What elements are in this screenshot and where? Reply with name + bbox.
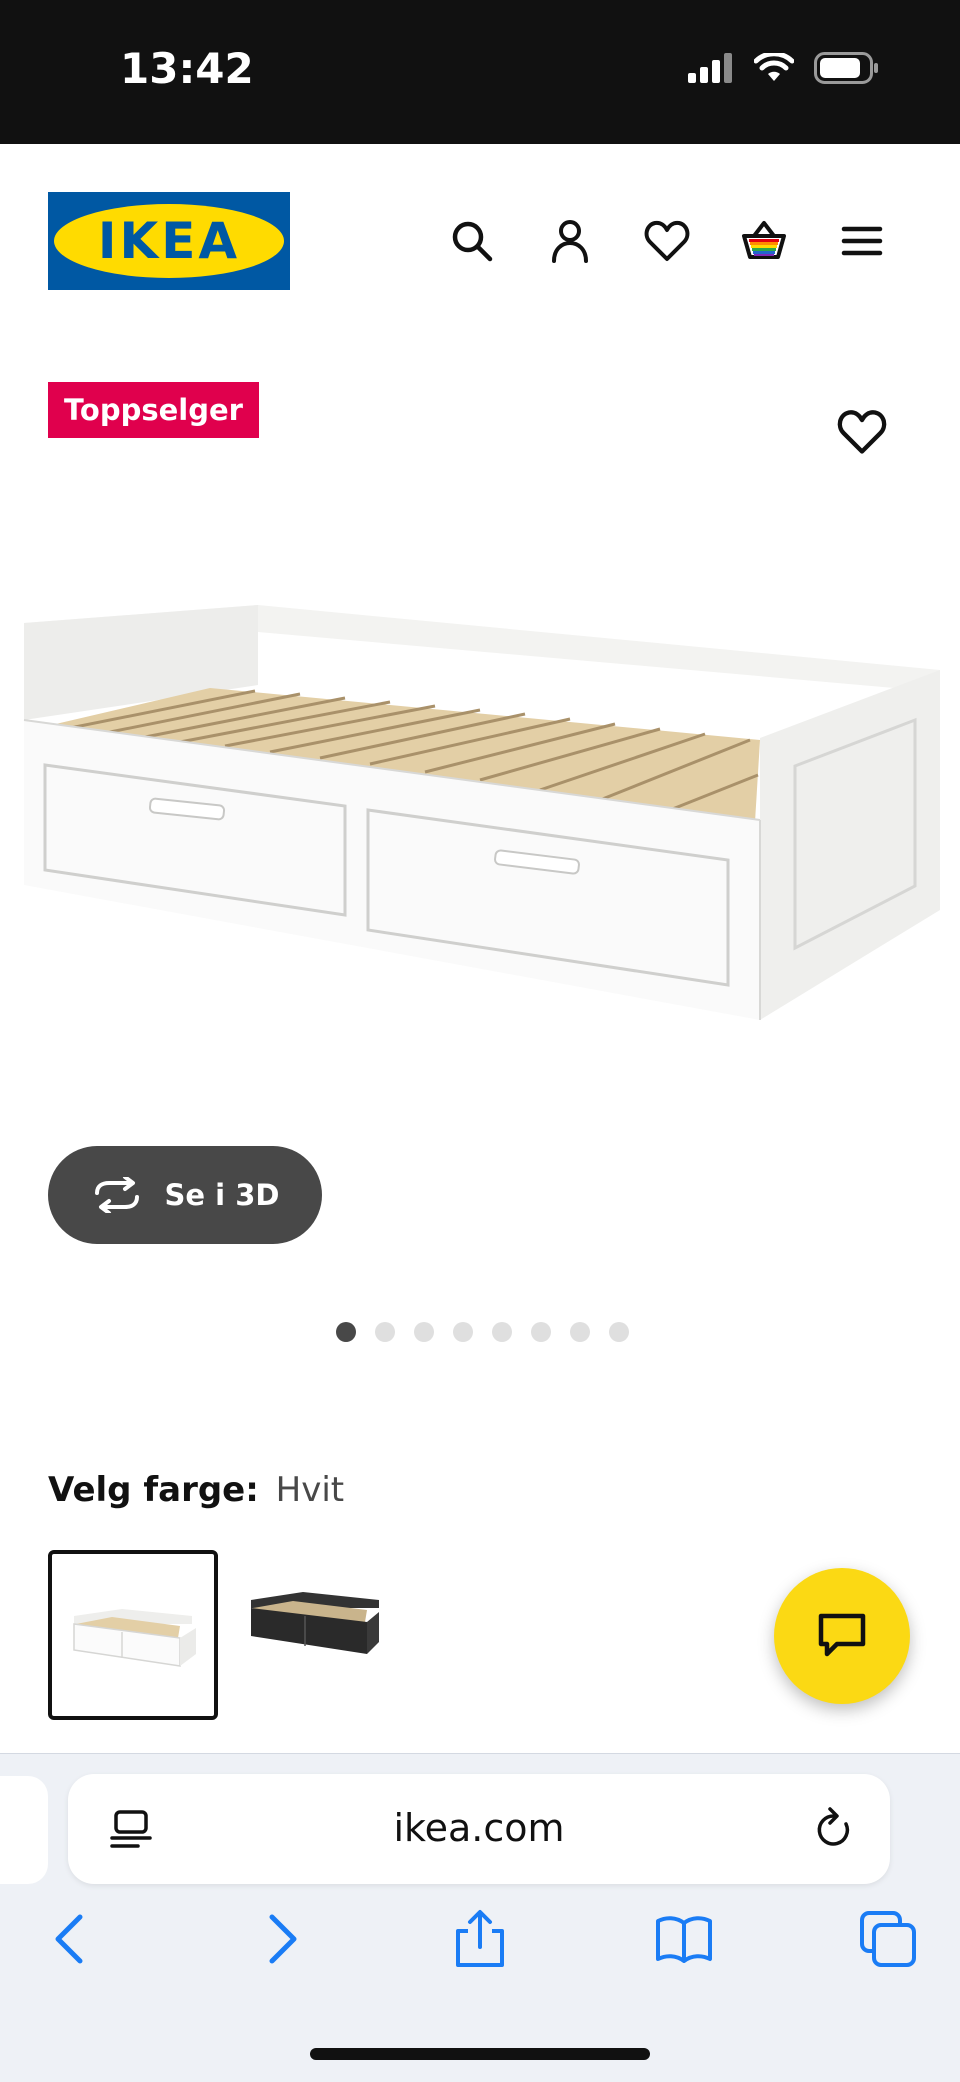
rotate-3d-icon [94,1177,139,1213]
white-daybed-thumbnail [73,1609,196,1667]
gallery-dot[interactable] [530,1322,551,1342]
cellular-signal-icon [688,53,732,83]
account-icon[interactable] [546,217,594,265]
status-time: 13:42 [120,44,254,93]
menu-icon[interactable] [838,217,886,265]
add-to-favorites-heart-icon[interactable] [836,406,888,458]
chat-bubble-icon [818,1613,866,1657]
color-value: Hvit [275,1470,345,1510]
share-icon[interactable] [450,1909,510,1969]
view-in-3d-button[interactable]: Se i 3D [48,1146,322,1244]
gallery-pagination [0,1322,960,1342]
gallery-dot[interactable] [452,1322,473,1342]
gallery-dot[interactable] [608,1322,629,1342]
search-icon[interactable] [448,217,496,265]
ikea-logo[interactable]: IKEA [48,192,290,290]
gallery-dot[interactable] [491,1322,512,1342]
gallery-dot[interactable] [569,1322,590,1342]
wifi-icon [754,53,794,81]
site-header: IKEA [0,144,960,339]
gallery-dot[interactable] [413,1322,434,1342]
gallery-dot[interactable] [335,1322,356,1342]
tabs-icon[interactable] [858,1909,918,1969]
top-seller-badge: Toppselger [48,382,259,438]
color-swatch-black[interactable] [243,1550,413,1720]
previous-tab-preview[interactable] [0,1776,48,1884]
browser-toolbar: ikea.com [0,1753,960,2082]
view-in-3d-label: Se i 3D [164,1178,280,1212]
cart-icon[interactable] [740,217,788,265]
home-indicator[interactable] [310,2048,650,2060]
battery-icon [814,52,878,84]
bookmarks-icon[interactable] [654,1909,714,1969]
gallery-dot[interactable] [374,1322,395,1342]
color-swatch-white[interactable] [48,1550,218,1720]
reload-icon[interactable] [812,1806,856,1852]
product-image-daybed[interactable] [0,580,960,1160]
status-icons [688,52,880,84]
color-selection-heading: Velg farge: Hvit [48,1470,344,1510]
chat-button[interactable] [774,1568,910,1704]
wishlist-heart-icon[interactable] [643,217,691,265]
color-label: Velg farge: [48,1470,259,1510]
black-daybed-thumbnail [251,1592,379,1654]
address-bar[interactable]: ikea.com [68,1774,890,1884]
status-bar: 13:42 [0,0,960,144]
logo-text: IKEA [98,212,240,270]
forward-icon[interactable] [250,1909,310,1969]
url-text[interactable]: ikea.com [68,1806,890,1850]
back-icon[interactable] [42,1909,102,1969]
